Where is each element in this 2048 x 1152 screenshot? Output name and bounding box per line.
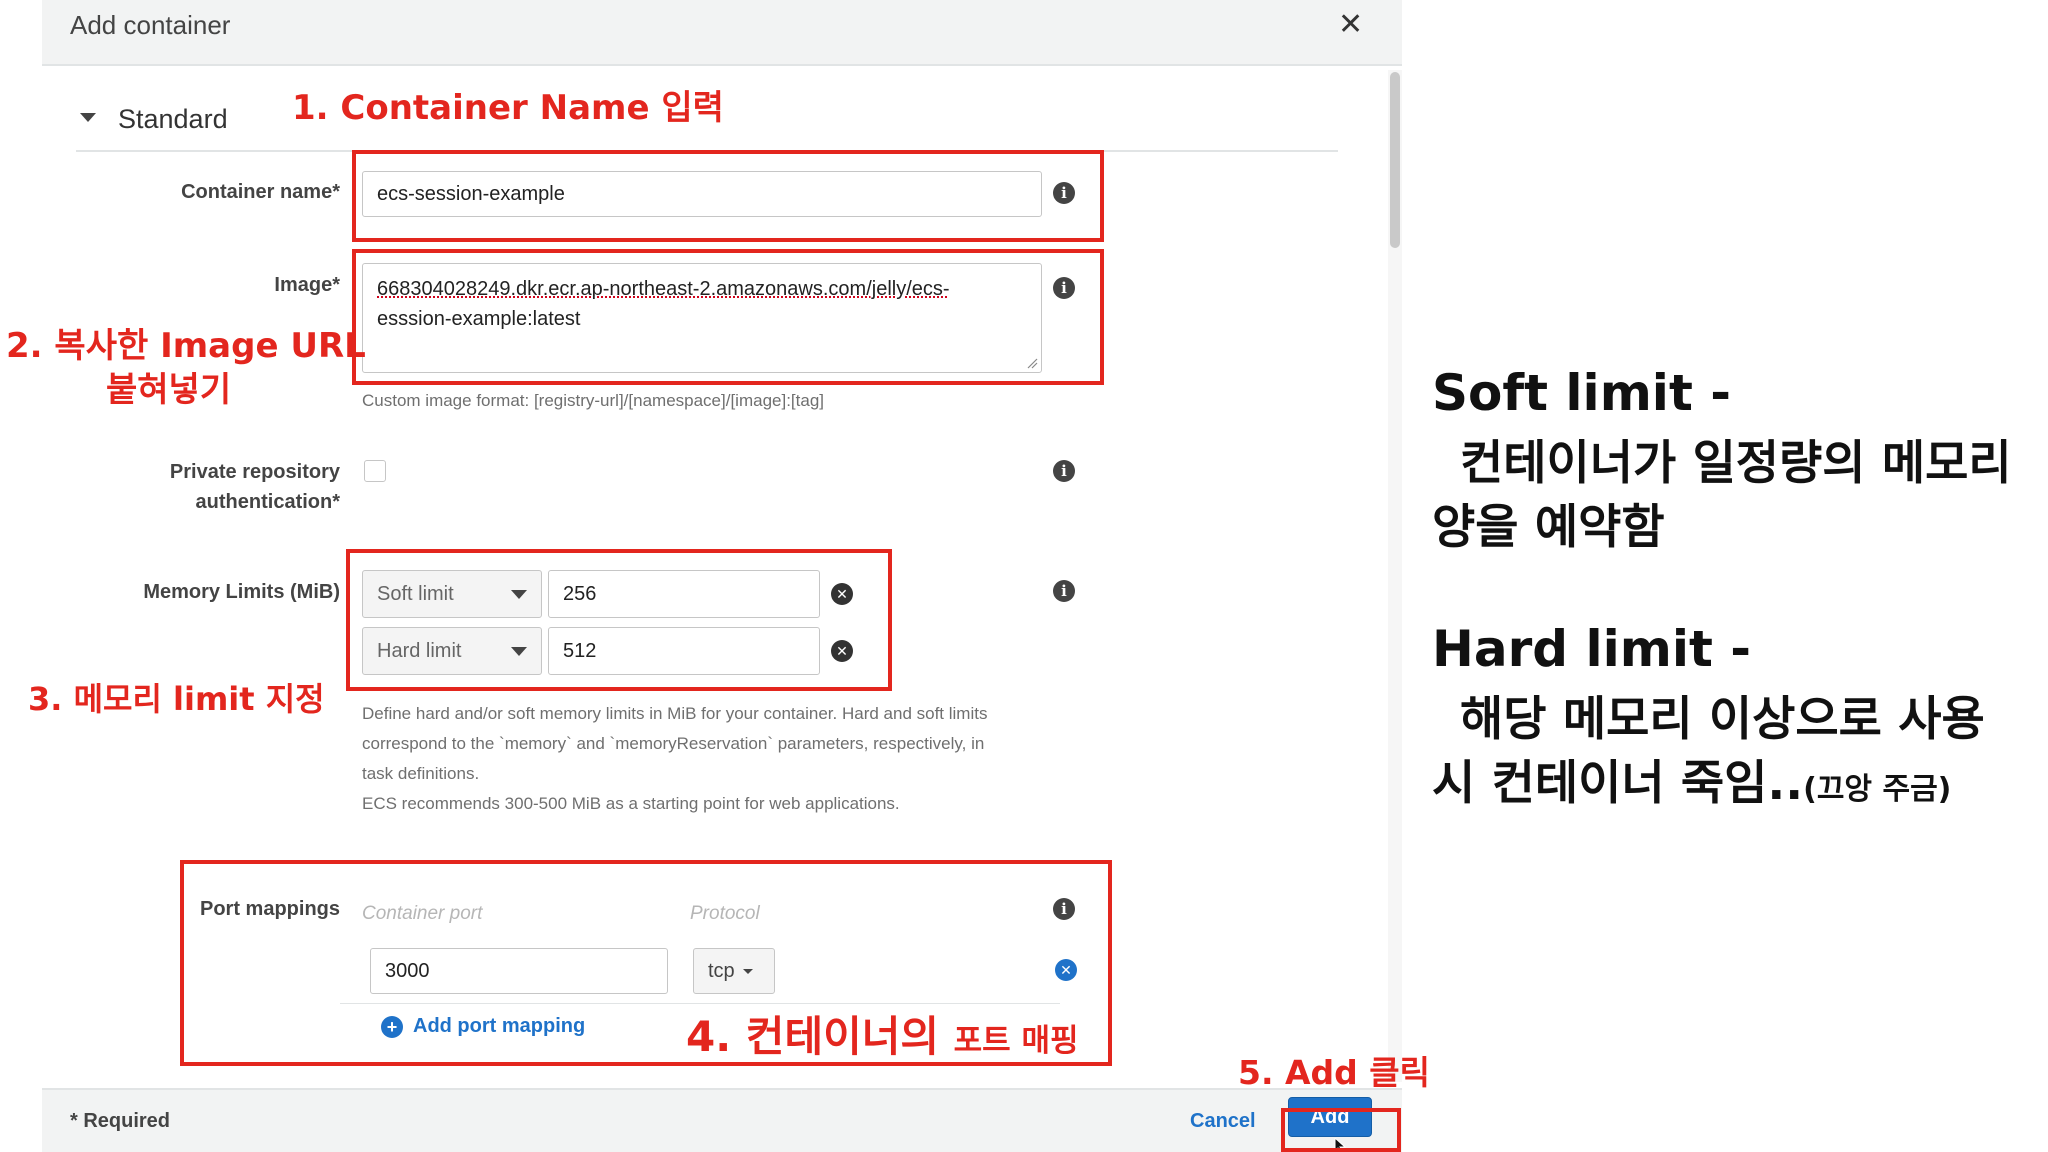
- soft-limit-desc-line2: 양을 예약함: [1432, 500, 1665, 555]
- private-repo-label: Private repository authentication*: [100, 457, 340, 517]
- annotation-step1: 1. Container Name 입력: [292, 88, 724, 128]
- hard-limit-desc-line1: 해당 메모리 이상으로 사용: [1460, 692, 1985, 747]
- close-icon[interactable]: ✕: [1338, 10, 1363, 40]
- annotation-step4: 4. 컨테이너의 포트 매핑: [686, 1003, 1079, 1064]
- cancel-button[interactable]: Cancel: [1190, 1110, 1256, 1133]
- info-icon[interactable]: i: [1053, 580, 1075, 602]
- hard-limit-desc-line2-main: 시 컨테이너 죽임..: [1432, 756, 1804, 811]
- private-repo-label-line1: Private repository: [169, 461, 340, 483]
- hard-limit-desc-line2: 시 컨테이너 죽임..(끄앙 주금): [1432, 744, 1951, 813]
- chevron-down-icon[interactable]: [80, 113, 96, 122]
- annotation-box-memory: [346, 549, 892, 691]
- memory-limits-label: Memory Limits (MiB): [143, 581, 340, 603]
- hard-limit-title: Hard limit -: [1432, 620, 1752, 678]
- memory-hint-line3: task definitions.: [362, 764, 480, 783]
- memory-hint-line1: Define hard and/or soft memory limits in…: [362, 704, 988, 723]
- private-repo-checkbox[interactable]: [364, 460, 386, 482]
- scrollbar-thumb[interactable]: [1390, 72, 1400, 248]
- image-format-hint: Custom image format: [registry-url]/[nam…: [362, 391, 825, 410]
- annotation-box-container-name: [352, 150, 1104, 242]
- annotation-step5: 5. Add 클릭: [1238, 1053, 1430, 1092]
- info-icon[interactable]: i: [1053, 460, 1075, 482]
- soft-limit-desc-line1: 컨테이너가 일정량의 메모리: [1460, 436, 2012, 491]
- annotation-step3: 3. 메모리 limit 지정: [28, 680, 325, 718]
- annotation-step4-big: 4. 컨테이너의: [686, 1012, 940, 1061]
- required-note: * Required: [70, 1110, 171, 1132]
- modal-title: Add container: [70, 10, 231, 40]
- section-title-standard[interactable]: Standard: [118, 104, 228, 135]
- container-name-label: Container name*: [181, 181, 340, 203]
- annotation-box-add: [1281, 1108, 1401, 1152]
- annotation-step2-line1: 2. 복사한 Image URL: [6, 326, 366, 366]
- memory-limits-hint: Define hard and/or soft memory limits in…: [362, 699, 1082, 819]
- memory-hint-line4: ECS recommends 300-500 MiB as a starting…: [362, 794, 900, 813]
- annotation-box-image: [352, 249, 1104, 385]
- annotation-step2-line2: 붙혀넣기: [106, 370, 232, 410]
- soft-limit-title: Soft limit -: [1432, 364, 1731, 422]
- memory-hint-line2: correspond to the `memory` and `memoryRe…: [362, 734, 985, 753]
- hard-limit-desc-small: (끄앙 주금): [1803, 772, 1952, 807]
- modal-header: [42, 0, 1402, 66]
- image-label: Image*: [274, 274, 340, 296]
- annotation-step4-small: 포트 매핑: [953, 1023, 1079, 1059]
- private-repo-label-line2: authentication*: [195, 491, 340, 513]
